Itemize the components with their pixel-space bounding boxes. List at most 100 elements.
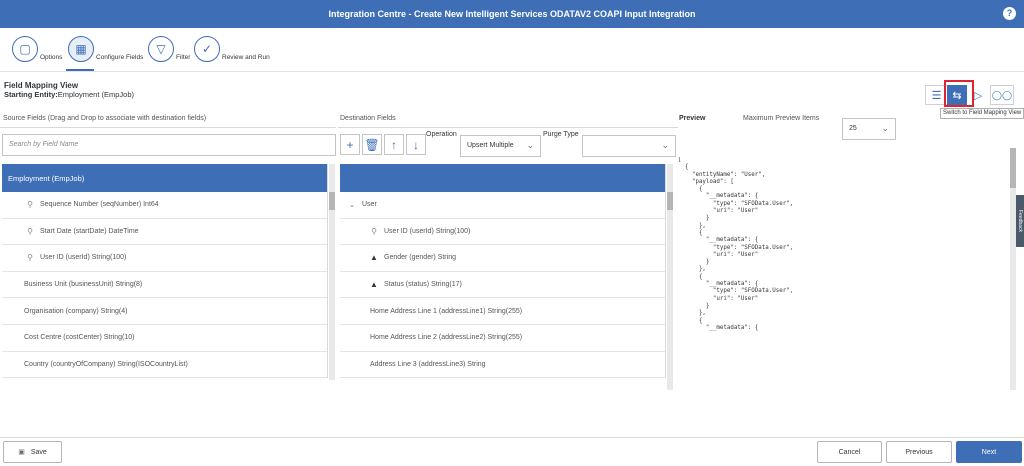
- glasses-icon: ◯◯: [991, 89, 1013, 100]
- entity-value: Employment (EmpJob): [57, 90, 135, 99]
- plus-icon: +: [346, 137, 354, 152]
- field-label: Home Address Line 1 (addressLine1) Strin…: [370, 307, 523, 315]
- chevron-down-icon: ⌄: [661, 140, 669, 150]
- warning-icon: ▲: [370, 280, 378, 290]
- feedback-tab[interactable]: Feedback: [1016, 195, 1024, 247]
- key-icon: ⚲: [27, 226, 33, 236]
- next-button[interactable]: Next: [956, 441, 1022, 463]
- step-filter[interactable]: ▽ Filter: [148, 36, 190, 62]
- previous-button[interactable]: Previous: [886, 441, 952, 463]
- warning-icon: ▲: [370, 253, 378, 263]
- key-icon: ⚲: [27, 253, 33, 263]
- arrow-down-icon: ↓: [413, 137, 419, 152]
- field-label: Home Address Line 2 (addressLine2) Strin…: [370, 334, 523, 342]
- json-preview: [ { "entityName": "User", "payload": [ {…: [678, 157, 794, 331]
- preview-toggle-button[interactable]: ◯◯: [990, 85, 1014, 105]
- key-icon: ⚲: [371, 226, 377, 236]
- delete-button[interactable]: 🗑: [362, 134, 382, 155]
- source-entity-header[interactable]: Employment (EmpJob): [2, 164, 327, 192]
- tooltip: Switch to Field Mapping View: [940, 108, 1024, 119]
- operation-select[interactable]: Upsert Multiple ⌄: [460, 135, 541, 157]
- step-label: Filter: [176, 53, 191, 61]
- field-label: Organisation (company) String(4): [24, 307, 128, 315]
- cancel-button[interactable]: Cancel: [817, 441, 882, 463]
- field-label: User ID (userId) String(100): [384, 227, 471, 235]
- preview-scrollbar[interactable]: [1010, 148, 1016, 390]
- list-item[interactable]: Country (countryOfCompany) String(ISOCou…: [2, 352, 327, 379]
- max-preview-select[interactable]: 25 ⌄: [842, 118, 896, 140]
- list-icon: ☰: [931, 89, 942, 102]
- list-item[interactable]: ⌄ User: [340, 192, 665, 219]
- document-icon: ▢: [12, 36, 38, 62]
- list-item[interactable]: Home Address Line 2 (addressLine2) Strin…: [340, 325, 665, 352]
- arrow-up-icon: ↑: [391, 137, 397, 152]
- list-item[interactable]: Business Unit (businessUnit) String(8): [2, 272, 327, 299]
- divider: [0, 127, 336, 128]
- list-item[interactable]: ⚲ User ID (userId) String(100): [340, 219, 665, 246]
- search-input[interactable]: Search by Field Name: [2, 134, 336, 156]
- highlight-box: [944, 80, 974, 107]
- step-review-run[interactable]: ✓ Review and Run: [194, 36, 270, 62]
- field-label: Country (countryOfCompany) String(ISOCou…: [24, 360, 188, 368]
- chevron-down-icon: ⌄: [526, 140, 534, 150]
- move-down-button[interactable]: ↓: [406, 134, 426, 155]
- source-scrollbar[interactable]: [329, 164, 335, 380]
- save-button[interactable]: ▣ Save: [3, 441, 62, 463]
- starting-entity: Starting Entity:Employment (EmpJob): [4, 90, 134, 99]
- field-label: Cost Centre (costCenter) String(10): [24, 334, 135, 342]
- footer-bar: ▣ Save Cancel Previous Next: [0, 437, 1024, 466]
- field-label: Business Unit (businessUnit) String(8): [24, 281, 143, 289]
- move-up-button[interactable]: ↑: [384, 134, 404, 155]
- view-title: Field Mapping View: [4, 81, 79, 90]
- list-item[interactable]: Home Address Line 1 (addressLine1) Strin…: [340, 298, 665, 325]
- filter-icon: ▽: [148, 36, 174, 62]
- group-label: User: [362, 201, 377, 209]
- wizard-steps: ▢ Options ▦ Configure Fields ▽ Filter ✓ …: [0, 28, 1024, 72]
- list-item[interactable]: Organisation (company) String(4): [2, 298, 327, 325]
- operation-label: Operation: [426, 131, 457, 138]
- destination-entity-header[interactable]: [340, 164, 665, 192]
- field-label: Sequence Number (seqNumber) Int64: [40, 201, 159, 209]
- divider: [338, 127, 678, 128]
- source-field-list: Employment (EmpJob) ⚲ Sequence Number (se…: [2, 164, 328, 379]
- source-fields-header: Source Fields (Drag and Drop to associat…: [3, 115, 207, 122]
- destination-fields-header: Destination Fields: [340, 115, 396, 122]
- field-label: Gender (gender) String: [384, 254, 456, 262]
- step-configure-fields[interactable]: ▦ Configure Fields: [68, 36, 143, 62]
- list-item[interactable]: Address Line 3 (addressLine3) String: [340, 352, 665, 379]
- list-item[interactable]: ▲ Status (status) String(17): [340, 272, 665, 299]
- checkmark-icon: ✓: [194, 36, 220, 62]
- field-label: User ID (userId) String(100): [40, 254, 127, 262]
- max-preview-label: Maximum Preview Items: [743, 115, 820, 122]
- max-preview-value: 25: [849, 125, 857, 132]
- help-icon[interactable]: ?: [1003, 7, 1016, 20]
- step-label: Options: [40, 53, 63, 61]
- field-label: Status (status) String(17): [384, 281, 462, 289]
- field-label: Start Date (startDate) DateTime: [40, 227, 139, 235]
- key-icon: ⚲: [27, 200, 33, 210]
- chevron-down-icon: ⌄: [348, 200, 356, 210]
- play-icon: ▷: [973, 89, 983, 102]
- save-icon: ▣: [18, 449, 25, 456]
- scrollbar-thumb[interactable]: [1010, 148, 1016, 188]
- field-label: Address Line 3 (addressLine3) String: [370, 360, 486, 368]
- list-item[interactable]: ▲ Gender (gender) String: [340, 245, 665, 272]
- scrollbar-thumb[interactable]: [329, 192, 335, 210]
- scrollbar-thumb[interactable]: [667, 192, 673, 210]
- purge-type-select[interactable]: ⌄: [582, 135, 676, 157]
- page-title: Integration Centre - Create New Intellig…: [328, 9, 696, 19]
- list-item[interactable]: ⚲ Start Date (startDate) DateTime: [2, 219, 327, 246]
- chevron-down-icon: ⌄: [881, 123, 889, 133]
- step-label: Configure Fields: [96, 53, 144, 61]
- title-bar: Integration Centre - Create New Intellig…: [0, 0, 1024, 28]
- list-item[interactable]: ⚲ User ID (userId) String(100): [2, 245, 327, 272]
- list-item[interactable]: Cost Centre (costCenter) String(10): [2, 325, 327, 352]
- step-options[interactable]: ▢ Options: [12, 36, 62, 62]
- list-item[interactable]: ⚲ Sequence Number (seqNumber) Int64: [2, 192, 327, 219]
- purge-type-label: Purge Type: [543, 131, 579, 138]
- add-button[interactable]: +: [340, 134, 360, 155]
- operation-value: Upsert Multiple: [467, 142, 514, 149]
- destination-scrollbar[interactable]: [667, 164, 673, 390]
- trash-icon: 🗑: [364, 137, 380, 152]
- entity-label: Starting Entity:: [4, 90, 58, 99]
